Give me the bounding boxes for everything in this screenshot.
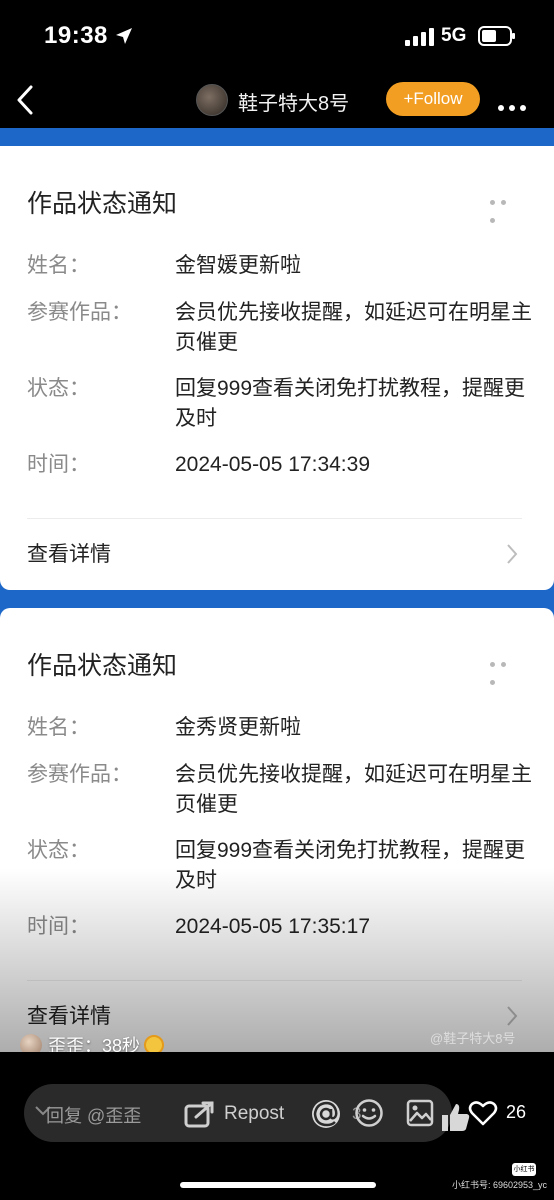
like-count: 26 <box>506 1102 527 1122</box>
brand-id: 小红书号: 69602953_yc <box>452 1180 548 1190</box>
chevron-right-icon[interactable] <box>505 542 519 566</box>
nav-bar: 鞋子特大8号 +Follow <box>0 72 554 128</box>
row-value: 会员优先接收提醒，如延迟可在明星主页催更 <box>175 301 532 354</box>
post-image[interactable]: 作品状态通知 姓名： 金智媛更新啦 参赛作品： 会员优先接收提醒，如延迟可在明星… <box>0 128 554 1052</box>
row-value: 金秀贤更新啦 <box>175 716 301 739</box>
network-type: 5G <box>441 25 467 46</box>
card-title: 作品状态通知 <box>27 190 178 218</box>
card-title: 作品状态通知 <box>27 652 178 680</box>
brand-logo: 小红书 <box>512 1163 536 1176</box>
row-value: 2024-05-05 17:35:17 <box>175 915 370 938</box>
heart-icon[interactable] <box>468 1099 498 1127</box>
row-label: 姓名： <box>27 716 90 739</box>
row-value: 2024-05-05 17:34:39 <box>175 453 370 476</box>
row-label: 时间： <box>27 453 90 476</box>
repost-icon[interactable] <box>184 1100 216 1128</box>
status-bar: 19:38 5G <box>0 0 554 72</box>
back-icon[interactable] <box>14 84 36 116</box>
at-icon[interactable] <box>310 1098 342 1130</box>
emoji-icon[interactable] <box>354 1098 384 1128</box>
notification-card: 作品状态通知 姓名： 金秀贤更新啦 参赛作品： 会员优先接收提醒，如延迟可在明星… <box>0 608 554 1052</box>
avatar[interactable] <box>196 84 228 116</box>
row-label: 状态： <box>27 839 90 862</box>
reply-placeholder[interactable]: 回复 @歪歪 <box>46 1102 141 1128</box>
row-label: 时间： <box>27 915 90 938</box>
bottom-bar: 回复 @歪歪 Repost 3 26 小红书 小红书号: 69602953_yc <box>0 1052 554 1200</box>
watermark: @鞋子特大8号 <box>430 1031 516 1046</box>
row-value: 回复999查看关闭免打扰教程，提醒更及时 <box>175 839 526 892</box>
view-details-link[interactable]: 查看详情 <box>27 538 111 568</box>
more-icon <box>490 192 520 223</box>
row-label: 状态： <box>27 377 90 400</box>
divider <box>27 980 522 981</box>
row-label: 参赛作品： <box>27 301 132 324</box>
follow-button[interactable]: +Follow <box>386 82 480 116</box>
reply-input[interactable]: 回复 @歪歪 Repost 3 <box>24 1084 452 1142</box>
divider <box>27 518 522 519</box>
home-indicator[interactable] <box>180 1182 376 1188</box>
battery-icon <box>478 26 515 46</box>
row-value: 会员优先接收提醒，如延迟可在明星主页催更 <box>175 763 532 816</box>
row-label: 参赛作品： <box>27 763 132 786</box>
thumbs-up-icon[interactable] <box>438 1100 472 1134</box>
view-details-link[interactable]: 查看详情 <box>27 1000 111 1030</box>
notification-card: 作品状态通知 姓名： 金智媛更新啦 参赛作品： 会员优先接收提醒，如延迟可在明星… <box>0 146 554 590</box>
location-arrow-icon <box>116 28 132 44</box>
signal-icon <box>405 28 434 46</box>
more-icon[interactable] <box>498 98 534 111</box>
more-icon <box>490 654 520 685</box>
username[interactable]: 鞋子特大8号 <box>238 87 349 116</box>
row-label: 姓名： <box>27 254 90 277</box>
row-value: 金智媛更新啦 <box>175 254 301 277</box>
repost-button[interactable]: Repost <box>224 1103 284 1125</box>
image-icon[interactable] <box>406 1099 434 1127</box>
chevron-right-icon[interactable] <box>505 1004 519 1028</box>
status-time: 19:38 <box>44 22 108 49</box>
row-value: 回复999查看关闭免打扰教程，提醒更及时 <box>175 377 526 430</box>
